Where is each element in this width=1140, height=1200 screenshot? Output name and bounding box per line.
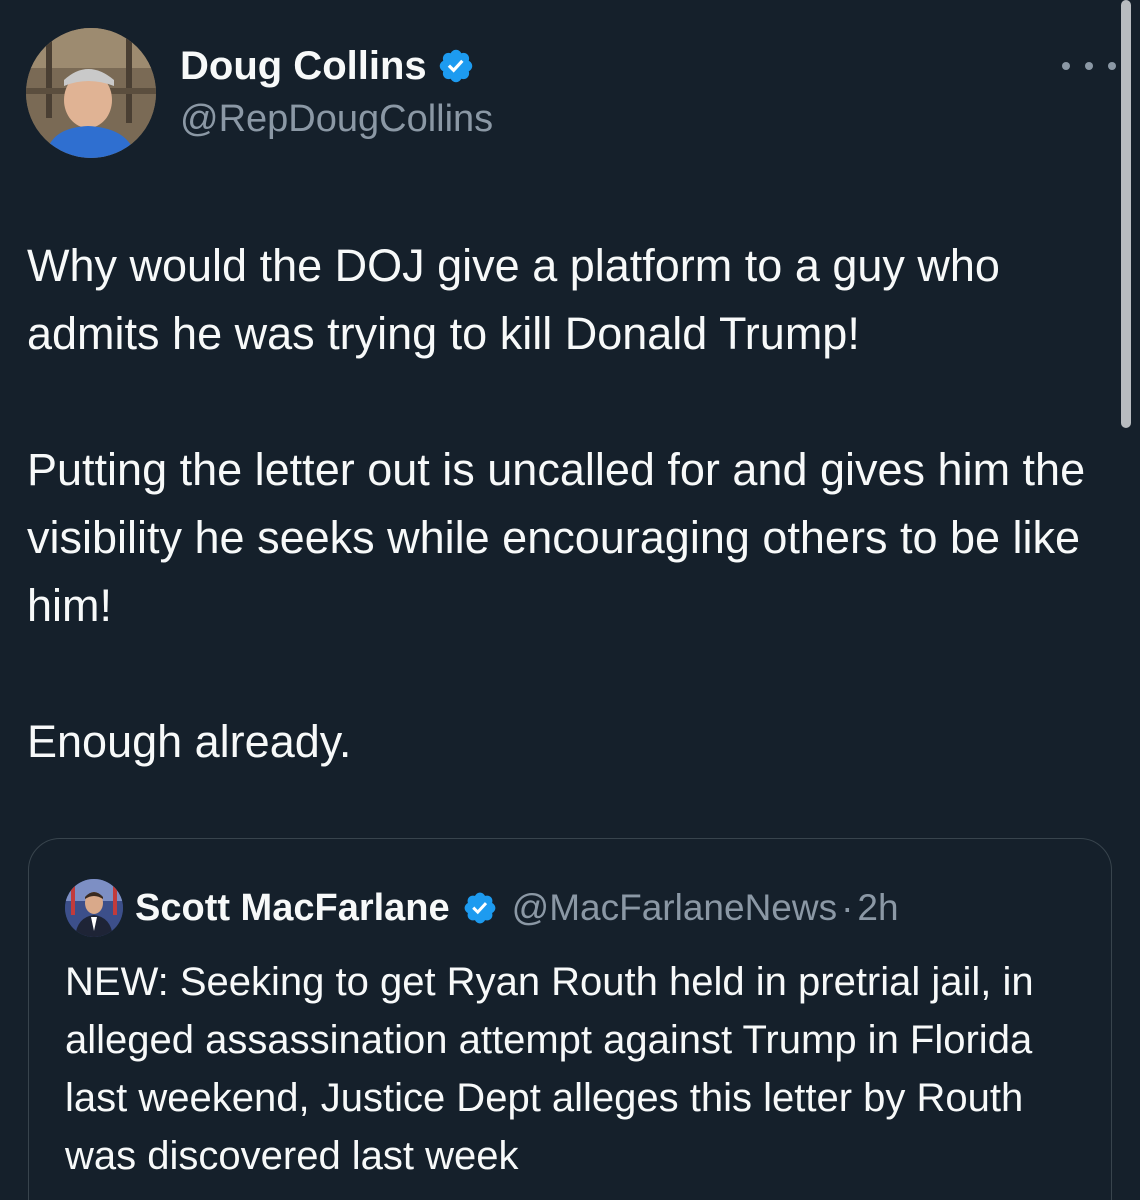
quoted-tweet-timestamp[interactable]: 2h (857, 885, 898, 931)
verified-badge-icon (462, 890, 498, 926)
author-name-text[interactable]: Doug Collins (180, 42, 427, 90)
tweet-paragraph: Putting the letter out is uncalled for a… (27, 444, 1086, 631)
tweet-text: Why would the DOJ give a platform to a g… (27, 232, 1107, 776)
author-handle[interactable]: @RepDougCollins (180, 96, 493, 142)
quoted-author-avatar[interactable] (65, 879, 123, 937)
author-name[interactable]: Doug Collins (180, 42, 475, 90)
dot-separator: · (841, 887, 854, 928)
more-dot (1108, 62, 1116, 70)
more-dot (1062, 62, 1070, 70)
tweet-paragraph: Enough already. (27, 716, 352, 767)
quoted-tweet-card[interactable]: Scott MacFarlane @MacFarlaneNews · 2h NE… (28, 838, 1112, 1200)
quoted-author-name[interactable]: Scott MacFarlane (135, 885, 450, 931)
verified-badge-icon (437, 47, 475, 85)
quoted-tweet-header: Scott MacFarlane @MacFarlaneNews · 2h (65, 879, 899, 937)
more-dot (1085, 62, 1093, 70)
author-avatar[interactable] (26, 28, 156, 158)
tweet-paragraph: Why would the DOJ give a platform to a g… (27, 240, 1000, 359)
quoted-author-handle[interactable]: @MacFarlaneNews (512, 885, 837, 931)
quoted-tweet-text: NEW: Seeking to get Ryan Routh held in p… (65, 960, 1034, 1178)
scrollbar[interactable] (1121, 0, 1131, 428)
tweet: Doug Collins @RepDougCollins Why would t… (0, 0, 1140, 1200)
more-options-icon[interactable] (1062, 48, 1116, 84)
